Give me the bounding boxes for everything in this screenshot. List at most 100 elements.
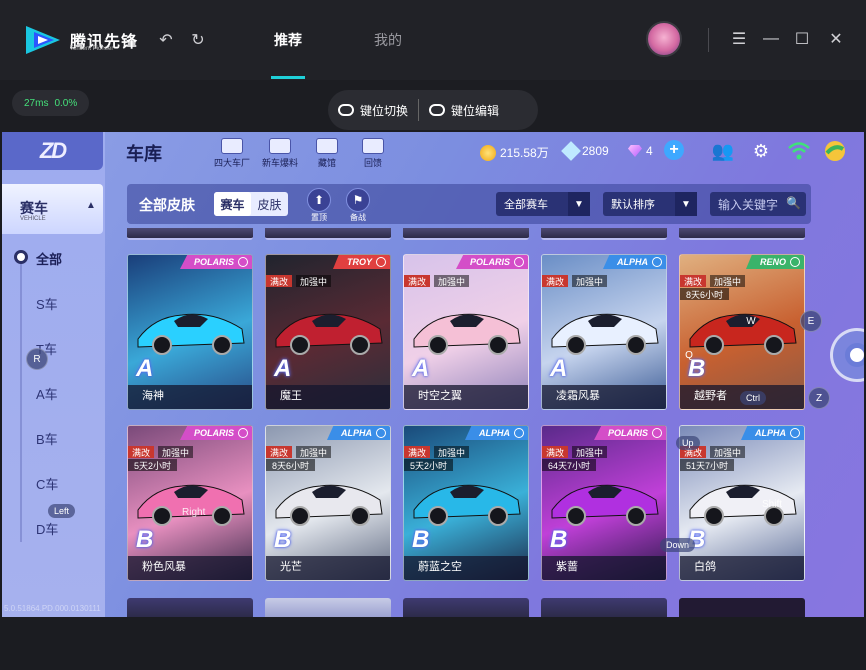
tab-recommend[interactable]: 推荐 xyxy=(274,30,302,50)
card-partial[interactable] xyxy=(679,598,805,617)
prepare-button[interactable]: ⚑ 备战 xyxy=(343,188,373,223)
card-partial[interactable] xyxy=(265,598,391,617)
card-partial[interactable] xyxy=(127,228,253,240)
maxed-tag: 满改 xyxy=(404,446,431,458)
card-partial[interactable] xyxy=(265,228,391,240)
category-tab-sub: VEHICLE xyxy=(20,216,46,222)
gamepad-icon xyxy=(429,104,446,116)
brand-emblem-icon xyxy=(238,428,248,438)
grade-letter: B xyxy=(274,526,292,553)
page-title: 车库 xyxy=(126,144,162,164)
key-hint-z[interactable]: Z xyxy=(808,387,830,409)
key-hint-ctrl[interactable]: Ctrl xyxy=(740,391,766,405)
car-image xyxy=(137,484,245,526)
car-image xyxy=(551,313,659,355)
car-card[interactable]: ALPHA 满改 加强中 51天7小时 B 白鸽 xyxy=(679,425,805,581)
pin-top-label: 置顶 xyxy=(311,213,327,222)
category-all[interactable]: 全部 xyxy=(36,249,62,268)
card-partial[interactable] xyxy=(127,598,253,617)
car-card[interactable]: RENO 满改 加强中 8天6小时 B 越野者 xyxy=(679,254,805,410)
car-image xyxy=(551,484,659,526)
car-image xyxy=(689,484,797,526)
game-view[interactable]: ZD 赛车 VEHICLE ▲ 全部 S车 T车 A车 B车 C车 D车 车库 … xyxy=(2,132,864,617)
sphere-icon[interactable] xyxy=(824,140,846,162)
shortcut-label: 回馈 xyxy=(363,158,382,168)
key-hint-w[interactable]: W xyxy=(740,310,762,332)
car-card[interactable]: POLARIS 满改 加强中 5天2小时 B 粉色风暴 xyxy=(127,425,253,581)
brand-emblem-icon xyxy=(652,257,662,267)
car-filter-dropdown[interactable]: 全部赛车 ▼ xyxy=(496,192,590,216)
diamond-value: 4 xyxy=(646,144,653,158)
dropdown-value: 全部赛车 xyxy=(504,199,548,211)
card-partial[interactable] xyxy=(403,598,529,617)
coin-icon xyxy=(480,144,496,161)
key-hint-r[interactable]: R xyxy=(26,348,48,370)
buffing-tag: 加强中 xyxy=(710,275,746,287)
minimize-button[interactable]: — xyxy=(761,29,781,49)
settings-gear-icon[interactable]: ⚙ xyxy=(750,140,772,162)
shortcut-factories[interactable]: 四大车厂 xyxy=(212,138,252,169)
key-hint-up[interactable]: Up xyxy=(676,436,700,450)
coin-balance: 215.58万 xyxy=(480,144,549,161)
car-card[interactable]: POLARIS 满改 加强中 64天7小时 B 紫蔷 xyxy=(541,425,667,581)
car-image xyxy=(413,484,521,526)
card-partial[interactable] xyxy=(541,598,667,617)
category-s[interactable]: S车 xyxy=(36,294,58,313)
car-card[interactable]: TROY 满改 加强中 A 魔王 xyxy=(265,254,391,410)
shortcut-news[interactable]: 新车爆料 xyxy=(260,138,300,169)
grade-letter: A xyxy=(412,355,430,382)
menu-icon[interactable]: ☰ xyxy=(729,29,749,49)
close-button[interactable]: ✕ xyxy=(826,29,846,49)
key-hint-right[interactable]: Right xyxy=(182,507,205,518)
shortcut-museum[interactable]: 藏馆 xyxy=(307,138,347,169)
pin-top-button[interactable]: ⬆ 置顶 xyxy=(304,188,334,223)
loss-value: 0.0% xyxy=(54,97,78,109)
key-hint-q[interactable]: Q xyxy=(678,344,700,366)
card-partial[interactable] xyxy=(403,228,529,240)
maxed-tag: 满改 xyxy=(128,446,155,458)
ping-value: 27ms xyxy=(24,97,49,109)
card-partial[interactable] xyxy=(541,228,667,240)
category-c[interactable]: C车 xyxy=(36,474,58,493)
car-card[interactable]: ALPHA 满改 加强中 A 凌霜风暴 xyxy=(541,254,667,410)
search-icon[interactable]: 🔍 xyxy=(786,196,802,212)
key-hint-e[interactable]: E xyxy=(800,310,822,332)
friends-icon[interactable]: 👥 xyxy=(712,140,734,162)
key-hint-down[interactable]: Down xyxy=(660,538,696,552)
tab-mine[interactable]: 我的 xyxy=(374,30,402,50)
buffing-tag: 加强中 xyxy=(710,446,746,458)
maxed-tag: 满改 xyxy=(542,275,569,287)
car-image xyxy=(413,313,521,355)
category-tab-vehicle[interactable]: 赛车 VEHICLE ▲ xyxy=(2,184,103,234)
joystick-wheel[interactable] xyxy=(830,328,864,382)
key-switch-button[interactable]: 键位切换 xyxy=(328,102,418,119)
category-b[interactable]: B车 xyxy=(36,429,58,448)
key-edit-button[interactable]: 键位编辑 xyxy=(419,102,509,119)
key-hint-shift[interactable]: Shift xyxy=(762,499,782,510)
buffing-tag: 加强中 xyxy=(572,275,608,287)
car-icon xyxy=(221,138,243,154)
car-card[interactable]: POLARIS A 海神 xyxy=(127,254,253,410)
avatar[interactable] xyxy=(646,21,682,57)
segment-cars[interactable]: 赛车 xyxy=(214,192,251,216)
key-hint-left[interactable]: Left xyxy=(48,504,76,518)
car-card[interactable]: ALPHA 满改 加强中 5天2小时 B 蔚蓝之空 xyxy=(403,425,529,581)
grade-letter: A xyxy=(136,355,154,382)
category-d[interactable]: D车 xyxy=(36,519,58,538)
maximize-button[interactable]: ☐ xyxy=(792,29,812,49)
segment-skins[interactable]: 皮肤 xyxy=(251,192,288,216)
category-a[interactable]: A车 xyxy=(36,384,58,403)
joystick-knob[interactable] xyxy=(845,343,864,367)
brand-emblem-icon xyxy=(652,428,662,438)
sort-dropdown[interactable]: 默认排序 ▼ xyxy=(603,192,697,216)
add-currency-button[interactable]: + xyxy=(664,140,684,160)
search-input[interactable]: 输入关键字 🔍 xyxy=(710,192,806,216)
car-card[interactable]: POLARIS 满改 加强中 A 时空之翼 xyxy=(403,254,529,410)
undo-icon[interactable]: ↶ xyxy=(156,30,176,50)
active-tab-indicator xyxy=(271,76,305,79)
car-card[interactable]: ALPHA 满改 加强中 8天6小时 B 光芒 xyxy=(265,425,391,581)
shortcut-rewards[interactable]: 回馈 xyxy=(353,138,393,169)
card-partial[interactable] xyxy=(679,228,805,240)
brand-emblem-icon xyxy=(238,257,248,267)
refresh-icon[interactable]: ↻ xyxy=(188,30,208,50)
